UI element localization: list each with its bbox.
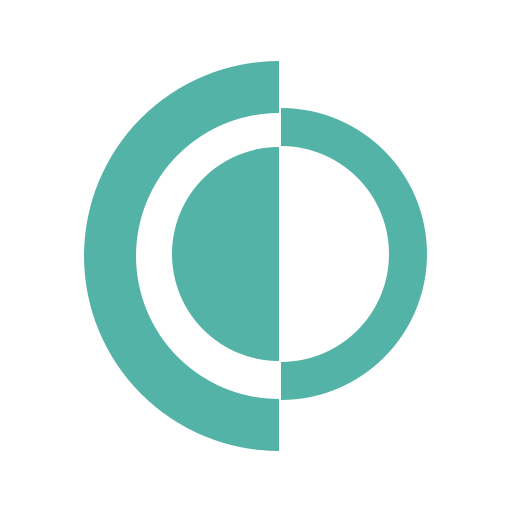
logo-canvas (0, 0, 512, 512)
inner-left-half-disk (172, 147, 279, 361)
right-ring-arc (281, 108, 427, 400)
split-circle-logo-icon (84, 61, 427, 451)
